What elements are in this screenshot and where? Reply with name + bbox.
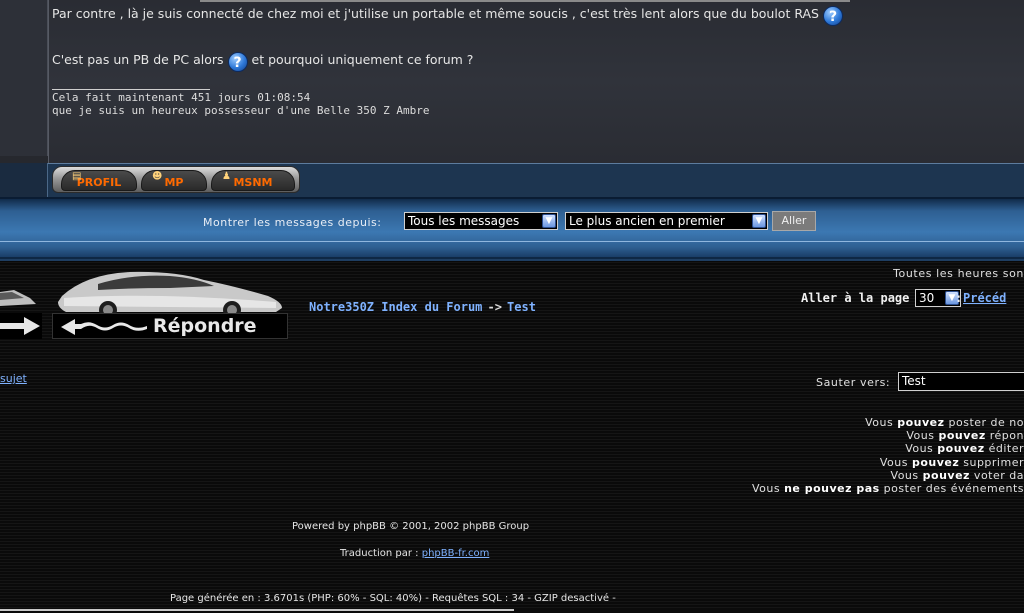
- post-actions-left: [0, 163, 48, 197]
- profil-label: PROFIL: [76, 176, 122, 189]
- post-text-1: Par contre , là je suis connecté de chez…: [52, 6, 819, 21]
- profil-button[interactable]: ▤ PROFIL: [61, 170, 137, 191]
- permissions-list: Vous pouvez poster de no Vous pouvez rép…: [752, 416, 1024, 495]
- translation-credit: Traduction par : phpBB-fr.com: [340, 548, 489, 559]
- question-icon: ?: [823, 6, 843, 26]
- msnm-label: MSNM: [233, 176, 273, 189]
- translation-link[interactable]: phpBB-fr.com: [422, 548, 490, 559]
- signature-divider: [52, 89, 210, 90]
- translation-label: Traduction par :: [340, 548, 419, 559]
- previous-page-link[interactable]: Précéd: [963, 291, 1006, 305]
- permission-line: Vous pouvez supprimer: [879, 455, 1024, 469]
- subject-link[interactable]: sujet: [0, 372, 27, 385]
- topic-footer-border: [0, 259, 1024, 261]
- permission-line: Vous pouvez répon: [906, 429, 1024, 443]
- jump-to-select[interactable]: Test: [898, 372, 1024, 391]
- post-text-2a: C'est pas un PB de PC alors: [52, 52, 224, 67]
- users-message-icon: ☻: [152, 171, 163, 182]
- breadcrumb-topic[interactable]: Test: [507, 300, 536, 314]
- chevron-down-icon: ▼: [542, 214, 556, 228]
- msnm-button[interactable]: ♟ MSNM: [211, 170, 295, 191]
- breadcrumb-forum-index[interactable]: Notre350Z Index du Forum: [309, 300, 482, 314]
- sort-order-value: Le plus ancien en premier: [569, 214, 725, 228]
- powered-by-text: Powered by phpBB © 2001, 2002 phpBB Grou…: [292, 521, 530, 532]
- sort-order-select[interactable]: Le plus ancien en premier ▼: [565, 212, 768, 230]
- signature-line-1: Cela fait maintenant 451 jours 01:08:54: [52, 91, 311, 104]
- post-text-line-1: Par contre , là je suis connecté de chez…: [52, 6, 847, 26]
- mp-button[interactable]: ☻ MP: [141, 170, 207, 191]
- band-divider: [0, 241, 1024, 242]
- page-number-value: 30: [919, 291, 935, 305]
- jump-to-value: Test: [902, 374, 926, 388]
- permission-line: Vous pouvez éditer: [905, 442, 1024, 456]
- goto-page-label: Aller à la page: [801, 291, 910, 305]
- post-author-column: [0, 0, 48, 156]
- signature-line-2: que je suis un heureux possesseur d'une …: [52, 104, 430, 117]
- top-divider: [200, 0, 850, 2]
- bottom-divider-gap: [514, 608, 1024, 612]
- profile-card-icon: ▤: [72, 171, 82, 182]
- question-icon: ?: [227, 52, 248, 72]
- post-text-2b: et pourquoi uniquement ce forum ?: [251, 52, 474, 67]
- goto-separator: :: [955, 291, 963, 305]
- page-generation-stats: Page générée en : 3.6701s (PHP: 60% - SQ…: [170, 593, 616, 604]
- profile-buttons: ▤ PROFIL ☻ MP ♟ MSNM: [52, 166, 300, 193]
- permission-line: Vous pouvez voter da: [890, 468, 1024, 482]
- chevron-down-icon: ▼: [752, 214, 766, 228]
- arrow-left-icon: [61, 319, 147, 335]
- msn-icon: ♟: [222, 171, 231, 182]
- timezone-notice: Toutes les heures son: [893, 267, 1024, 280]
- permission-line: Vous ne pouvez pas poster des événements: [751, 482, 1024, 496]
- permission-line: Vous pouvez poster de no: [865, 416, 1024, 429]
- reply-label: Répondre: [153, 315, 257, 337]
- breadcrumb-separator: ->: [487, 300, 502, 314]
- breadcrumb: Notre350Z Index du Forum -> Test: [309, 296, 536, 315]
- arrow-right-icon: [0, 317, 40, 335]
- mp-label: MP: [164, 176, 184, 189]
- jump-to-label: Sauter vers:: [816, 376, 891, 389]
- show-messages-label: Montrer les messages depuis:: [203, 216, 382, 229]
- reply-button[interactable]: Répondre: [52, 313, 288, 339]
- messages-since-select[interactable]: Tous les messages ▼: [404, 212, 558, 230]
- messages-since-value: Tous les messages: [408, 214, 520, 228]
- go-button[interactable]: Aller: [772, 211, 816, 231]
- post-text-line-2: C'est pas un PB de PC alors? et pourquoi …: [52, 52, 473, 72]
- new-topic-button[interactable]: [0, 313, 42, 339]
